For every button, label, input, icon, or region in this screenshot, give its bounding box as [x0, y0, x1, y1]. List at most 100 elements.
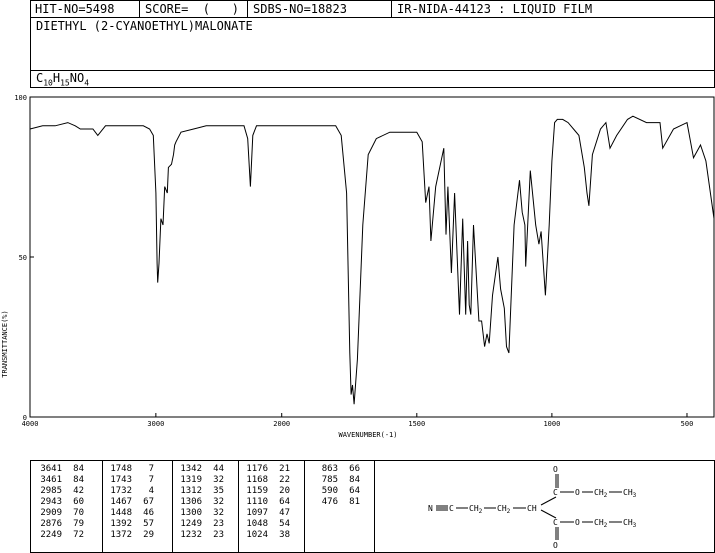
peak-column-divider [172, 460, 173, 553]
ester-ch2-bottom: CH2 [594, 518, 608, 529]
peak-wavenumber: 863 [321, 464, 338, 474]
peak-wavenumber: 2943 [40, 497, 62, 507]
peak-row: 1467 67 [106, 497, 154, 508]
peak-wavenumber: 785 [321, 475, 338, 485]
peak-row: 1097 47 [242, 508, 290, 519]
peak-transmittance: 22 [279, 475, 290, 485]
peak-row: 476 81 [312, 497, 360, 508]
peak-transmittance: 57 [143, 519, 154, 529]
peak-wavenumber: 3641 [40, 464, 62, 474]
oxygen-top-label: O [553, 465, 558, 474]
peak-wavenumber: 1448 [110, 508, 132, 518]
molecular-formula: C10H15NO4 [36, 71, 90, 88]
peak-transmittance: 64 [349, 486, 360, 496]
peak-wavenumber: 3461 [40, 475, 62, 485]
peak-wavenumber: 1110 [246, 497, 268, 507]
peak-row: 2943 60 [36, 497, 84, 508]
ch2-a: CH2 [469, 504, 483, 515]
peak-transmittance: 35 [213, 486, 224, 496]
peak-transmittance: 44 [213, 464, 224, 474]
peak-wavenumber: 2909 [40, 508, 62, 518]
peak-column: 863 66 785 84 590 64 476 81 [312, 464, 360, 508]
ester-oxygen-bottom: O [575, 518, 580, 527]
ch3-top: CH3 [623, 488, 637, 499]
peak-row: 590 64 [312, 486, 360, 497]
y-tick-label: 50 [19, 254, 27, 262]
peak-column: 1342 44 1319 32 1312 35 1306 32 1300 32 1249 23 1232… [176, 464, 224, 541]
peak-wavenumber: 1342 [180, 464, 202, 474]
header-bar: HIT-NO=5498 SCORE= ( ) SDBS-NO=18823 IR-… [30, 0, 715, 18]
peak-wavenumber: 2985 [40, 486, 62, 496]
peak-wavenumber: 590 [321, 486, 338, 496]
peak-transmittance: 60 [73, 497, 84, 507]
peak-wavenumber: 2249 [40, 530, 62, 540]
peak-wavenumber: 1306 [180, 497, 202, 507]
peak-column: 1748 7 1743 7 1732 4 1467 67 1448 46 1392 57 1372 29 [106, 464, 154, 541]
peak-wavenumber: 1048 [246, 519, 268, 529]
peak-transmittance: 23 [213, 530, 224, 540]
peak-wavenumber: 1232 [180, 530, 202, 540]
peak-row: 1392 57 [106, 519, 154, 530]
peak-transmittance: 7 [148, 475, 154, 485]
peak-wavenumber: 1176 [246, 464, 268, 474]
peak-row: 1048 54 [242, 519, 290, 530]
peak-transmittance: 7 [148, 464, 154, 474]
peak-wavenumber: 1319 [180, 475, 202, 485]
peak-row: 1319 32 [176, 475, 224, 486]
peak-wavenumber: 1300 [180, 508, 202, 518]
peak-transmittance: 4 [148, 486, 154, 496]
peak-transmittance: 21 [279, 464, 290, 474]
peak-row: 3641 84 [36, 464, 84, 475]
molecular-structure: O C O CH2 CH3 N C CH2 CH2 CH C O CH2 CH3… [428, 465, 637, 550]
peak-wavenumber: 476 [321, 497, 338, 507]
peak-row: 1342 44 [176, 464, 224, 475]
peak-transmittance: 32 [213, 497, 224, 507]
peak-row: 2249 72 [36, 530, 84, 541]
peak-wavenumber: 1097 [246, 508, 268, 518]
peak-row: 785 84 [312, 475, 360, 486]
peak-transmittance: 32 [213, 508, 224, 518]
peak-wavenumber: 1024 [246, 530, 268, 540]
peak-row: 1300 32 [176, 508, 224, 519]
x-tick-label: 1500 [408, 420, 425, 428]
peak-wavenumber: 1392 [110, 519, 132, 529]
carbonyl-carbon-top: C [553, 488, 558, 497]
peak-transmittance: 79 [73, 519, 84, 529]
peak-transmittance: 46 [143, 508, 154, 518]
peak-wavenumber: 1732 [110, 486, 132, 496]
peak-wavenumber: 1312 [180, 486, 202, 496]
peak-row: 863 66 [312, 464, 360, 475]
y-tick-label: 100 [14, 94, 27, 102]
peak-row: 2876 79 [36, 519, 84, 530]
oxygen-bottom-label: O [553, 541, 558, 550]
peak-row: 1159 20 [242, 486, 290, 497]
peak-transmittance: 42 [73, 486, 84, 496]
peak-row: 1110 64 [242, 497, 290, 508]
peak-wavenumber: 1467 [110, 497, 132, 507]
peak-row: 2985 42 [36, 486, 84, 497]
peak-wavenumber: 1748 [110, 464, 132, 474]
peak-transmittance: 54 [279, 519, 290, 529]
peak-row: 1176 21 [242, 464, 290, 475]
peak-wavenumber: 1372 [110, 530, 132, 540]
y-axis-label: TRANSMITTANCE(%) [1, 310, 9, 377]
peak-wavenumber: 1743 [110, 475, 132, 485]
peak-wavenumber: 1159 [246, 486, 268, 496]
ester-ch2-top: CH2 [594, 488, 608, 499]
peak-row: 1748 7 [106, 464, 154, 475]
peak-column-divider [102, 460, 103, 553]
nitrile-carbon: C [449, 504, 454, 513]
peak-transmittance: 70 [73, 508, 84, 518]
peak-transmittance: 47 [279, 508, 290, 518]
y-tick-label: 0 [23, 414, 27, 422]
peak-column: 3641 84 3461 84 2985 42 2943 60 2909 70 2876 79 2249… [36, 464, 84, 541]
peak-row: 1249 23 [176, 519, 224, 530]
peak-transmittance: 66 [349, 464, 360, 474]
ester-oxygen-top: O [575, 488, 580, 497]
peak-row: 1306 32 [176, 497, 224, 508]
carbonyl-carbon-bottom: C [553, 518, 558, 527]
peak-wavenumber: 1249 [180, 519, 202, 529]
peak-transmittance: 64 [279, 497, 290, 507]
ch3-bottom: CH3 [623, 518, 637, 529]
compound-name: DIETHYL (2-CYANOETHYL)MALONATE [36, 19, 253, 33]
